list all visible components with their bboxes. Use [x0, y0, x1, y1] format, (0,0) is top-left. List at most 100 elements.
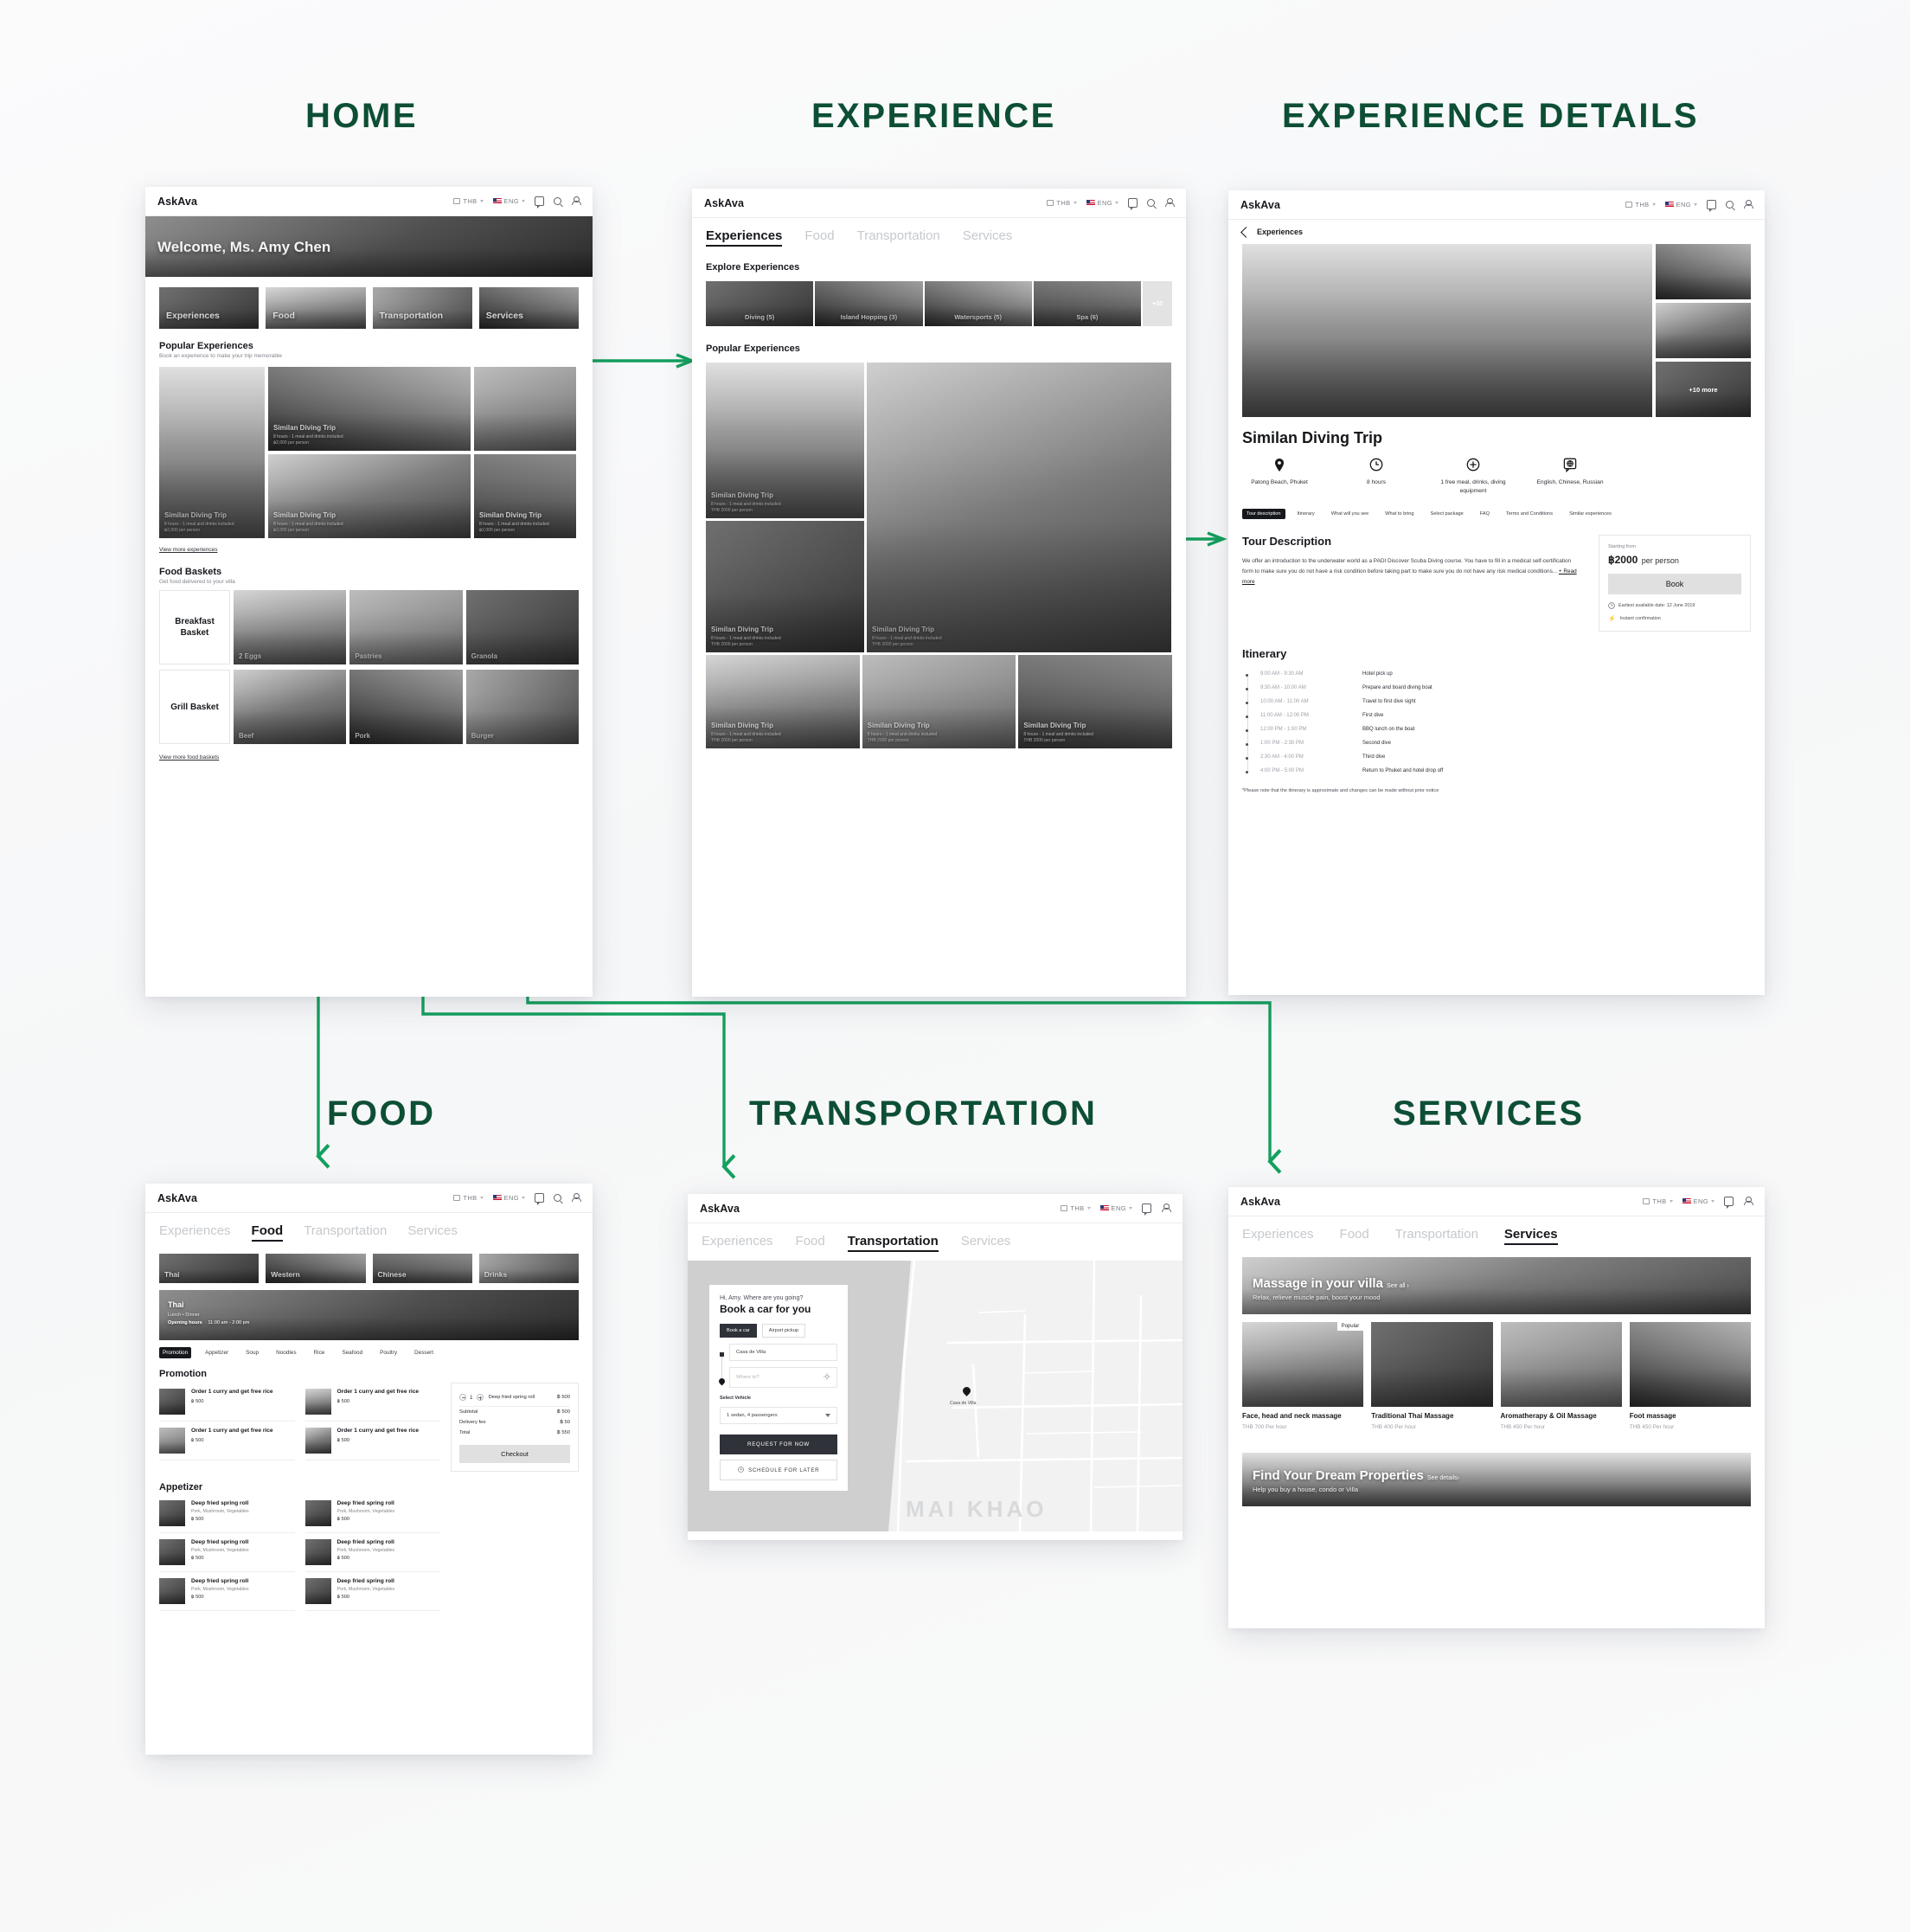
properties-banner[interactable]: Find Your Dream Properties See details› … — [1242, 1453, 1751, 1507]
promotion-item[interactable]: Order 1 curry and get free rice ฿ 500 — [304, 1422, 440, 1460]
map-canvas[interactable]: Casa de Villa MAI KHAO Hi, Amy. Where ar… — [688, 1261, 1183, 1531]
details-thumb-more[interactable]: +10 more — [1656, 362, 1751, 417]
subtab-seafood[interactable]: Seafood — [338, 1347, 366, 1358]
service-card[interactable]: Foot massage THB 450 Per hour — [1629, 1322, 1751, 1430]
massage-banner[interactable]: Massage in your villa See all › Relax, r… — [1242, 1257, 1751, 1314]
home-experience-card[interactable] — [474, 367, 576, 451]
basket-item[interactable]: Pork — [349, 670, 463, 744]
details-breadcrumb[interactable]: Experiences — [1228, 220, 1765, 244]
subtab-noodles[interactable]: Noodles — [272, 1347, 299, 1358]
home-experience-card[interactable]: Similan Diving Trip 8 hours - 1 meal and… — [159, 367, 265, 538]
tab-services[interactable]: Services — [407, 1223, 458, 1238]
explore-tile-island-hopping[interactable]: Island Hopping (3) — [815, 281, 923, 326]
cuisine-drinks[interactable]: Drinks — [478, 1254, 579, 1283]
user-icon[interactable] — [1743, 200, 1753, 209]
locate-me-icon[interactable] — [824, 1373, 830, 1382]
user-icon[interactable] — [571, 1193, 581, 1203]
appetizer-item[interactable]: Deep fried spring roll Pork, Mushroom, Ve… — [304, 1494, 440, 1533]
language-selector[interactable]: ENG — [1682, 1197, 1715, 1205]
pill-tour-description[interactable]: Tour description — [1242, 509, 1285, 520]
promotion-item[interactable]: Order 1 curry and get free rice ฿ 500 — [159, 1422, 295, 1460]
pill-select-package[interactable]: Select package — [1426, 509, 1468, 519]
explore-tile-spa[interactable]: Spa (6) — [1033, 281, 1141, 326]
segment-book-a-car[interactable]: Book a car — [720, 1324, 757, 1338]
explore-tile-watersports[interactable]: Watersports (5) — [924, 281, 1032, 326]
currency-selector[interactable]: THB — [1643, 1197, 1673, 1205]
basket-item[interactable]: Burger — [465, 670, 579, 744]
home-experience-card[interactable]: Similan Diving Trip 8 hours - 1 meal and… — [474, 454, 576, 538]
experience-card[interactable]: Similan Diving Trip 8 hours - 1 meal and… — [867, 363, 1171, 652]
experience-card[interactable]: Similan Diving Trip 8 hours - 1 meal and… — [706, 655, 860, 748]
experience-card[interactable]: Similan Diving Trip 8 hours - 1 meal and… — [862, 655, 1016, 748]
tab-transportation[interactable]: Transportation — [1395, 1227, 1478, 1242]
tab-experiences[interactable]: Experiences — [702, 1234, 773, 1248]
pill-similar-experiences[interactable]: Similar experiences — [1565, 509, 1616, 519]
basket-item[interactable]: Beef — [234, 670, 347, 744]
pill-itinerary[interactable]: Itinerary — [1293, 509, 1319, 519]
user-icon[interactable] — [1164, 198, 1175, 208]
subtab-appetizer[interactable]: Appetizer — [202, 1347, 232, 1358]
subtab-rice[interactable]: Rice — [311, 1347, 329, 1358]
chat-icon[interactable] — [1707, 200, 1716, 212]
tab-food[interactable]: Food — [1340, 1227, 1369, 1242]
promotion-item[interactable]: Order 1 curry and get free rice ฿ 500 — [304, 1383, 440, 1422]
language-selector[interactable]: ENG — [1664, 201, 1697, 209]
user-icon[interactable] — [571, 196, 581, 206]
view-more-food-baskets-link[interactable]: View more food baskets — [159, 754, 579, 761]
increment-button[interactable] — [476, 1394, 484, 1401]
see-all-link[interactable]: See all › — [1387, 1283, 1409, 1289]
cuisine-thai[interactable]: Thai — [159, 1254, 260, 1283]
basket-item[interactable]: Pastries — [349, 590, 463, 664]
services-screen[interactable]: AskAva THB ENG Experiences Food Transpor… — [1228, 1187, 1765, 1628]
language-selector[interactable]: ENG — [492, 1194, 525, 1202]
see-details-link[interactable]: See details› — [1427, 1475, 1459, 1481]
subtab-soup[interactable]: Soup — [242, 1347, 262, 1358]
experience-card[interactable]: Similan Diving Trip 8 hours - 1 meal and… — [1018, 655, 1173, 748]
tab-transportation[interactable]: Transportation — [304, 1223, 387, 1238]
appetizer-item[interactable]: Deep fried spring roll Pork, Mushroom, Ve… — [159, 1494, 295, 1533]
details-main-photo[interactable] — [1242, 244, 1652, 417]
pill-terms[interactable]: Terms and Conditions — [1502, 509, 1557, 519]
currency-selector[interactable]: THB — [453, 197, 484, 205]
category-experiences[interactable]: Experiences — [159, 287, 260, 329]
language-selector[interactable]: ENG — [1099, 1204, 1132, 1212]
service-card[interactable]: Popular Face, head and neck massage THB … — [1242, 1322, 1364, 1430]
basket-item[interactable]: 2 Eggs — [234, 590, 347, 664]
home-experience-card[interactable]: Similan Diving Trip 8 hours - 1 meal and… — [268, 454, 471, 538]
currency-selector[interactable]: THB — [453, 1194, 484, 1202]
experience-card[interactable]: Similan Diving Trip 8 hours - 1 meal and… — [706, 363, 864, 518]
explore-tile-diving[interactable]: Diving (5) — [706, 281, 814, 326]
category-services[interactable]: Services — [478, 287, 579, 329]
vehicle-select[interactable]: 1 sedan, 4 passengers — [720, 1407, 837, 1424]
tab-experiences[interactable]: Experiences — [159, 1223, 231, 1238]
category-food[interactable]: Food — [266, 287, 366, 329]
service-card[interactable]: Aromatherapy & Oil Massage THB 450 Per h… — [1500, 1322, 1622, 1430]
details-thumb[interactable] — [1656, 244, 1751, 299]
subtab-poultry[interactable]: Poultry — [376, 1347, 401, 1358]
subtab-dessert[interactable]: Dessert — [411, 1347, 437, 1358]
tab-services[interactable]: Services — [961, 1234, 1011, 1248]
request-now-button[interactable]: REQUEST FOR NOW — [720, 1435, 837, 1454]
appetizer-item[interactable]: Deep fried spring roll Pork, Mushroom, Ve… — [159, 1533, 295, 1572]
pill-what-to-bring[interactable]: What to bring — [1381, 509, 1418, 519]
tab-food[interactable]: Food — [804, 228, 834, 243]
food-screen[interactable]: AskAva THB ENG Experiences Food Transpor… — [145, 1184, 593, 1755]
search-icon[interactable] — [1726, 201, 1734, 209]
currency-selector[interactable]: THB — [1625, 201, 1656, 209]
tab-experiences[interactable]: Experiences — [706, 228, 783, 247]
appetizer-item[interactable]: Deep fried spring roll Pork, Mushroom, Ve… — [304, 1572, 440, 1611]
user-icon[interactable] — [1161, 1203, 1171, 1213]
chat-icon[interactable] — [1724, 1197, 1734, 1209]
experience-details-screen[interactable]: AskAva THB ENG Experiences +10 more Simi… — [1228, 190, 1765, 995]
home-screen[interactable]: AskAva THB ENG Welcome, Ms. Amy Chen Exp… — [145, 187, 593, 997]
transportation-screen[interactable]: AskAva THB ENG Experiences Food Transpor… — [688, 1194, 1183, 1540]
chat-icon[interactable] — [535, 196, 544, 209]
decrement-button[interactable] — [459, 1394, 466, 1401]
dropoff-input[interactable]: Where to? — [729, 1367, 837, 1388]
currency-selector[interactable]: THB — [1061, 1204, 1091, 1212]
language-selector[interactable]: ENG — [492, 197, 525, 205]
pill-faq[interactable]: FAQ — [1476, 509, 1494, 519]
explore-tile-more[interactable]: +10 — [1143, 281, 1172, 326]
search-icon[interactable] — [1147, 199, 1155, 207]
user-icon[interactable] — [1743, 1197, 1753, 1206]
